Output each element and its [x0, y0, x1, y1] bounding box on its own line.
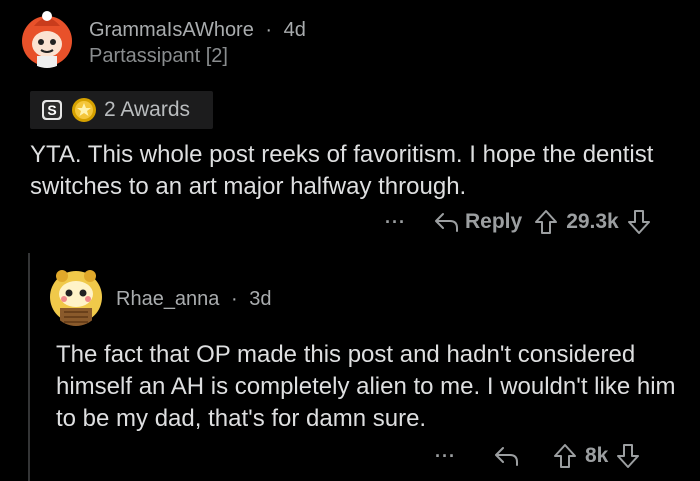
downvote-arrow-icon: [617, 444, 640, 468]
upvote-arrow-icon: [535, 210, 558, 234]
meta-separator: ·: [265, 19, 273, 41]
comment-meta: GrammaIsAWhore · 4d: [89, 19, 306, 42]
downvote-arrow-icon: [627, 210, 650, 234]
downvote-button[interactable]: [627, 209, 651, 235]
comment-actions: ··· 8k: [435, 438, 640, 474]
vote-score: 29.3k: [566, 210, 619, 233]
avatar-snoo-icon: [22, 11, 72, 68]
upvote-button[interactable]: [553, 443, 577, 469]
reply-arrow-icon: [495, 447, 518, 466]
more-options-button[interactable]: ···: [435, 446, 461, 467]
awards-count: 2 Awards: [104, 98, 190, 121]
gold-award-icon: [71, 97, 97, 123]
upvote-arrow-icon: [554, 444, 576, 468]
user-avatar[interactable]: [20, 10, 74, 68]
comment-age: 4d: [283, 19, 306, 41]
meta-separator: ·: [231, 288, 238, 310]
downvote-button[interactable]: [616, 443, 640, 469]
comment-thread: GrammaIsAWhore · 4d Partassipant [2] S 2…: [0, 0, 700, 481]
username-link[interactable]: GrammaIsAWhore: [89, 19, 254, 41]
upvote-button[interactable]: [534, 209, 558, 235]
thread-line[interactable]: [28, 253, 30, 481]
user-flair: Partassipant [2]: [89, 45, 228, 67]
reply-button[interactable]: Reply: [433, 210, 522, 234]
silver-s-award-icon: S: [41, 99, 63, 121]
comment-age: 3d: [249, 288, 272, 310]
comment-actions: ··· Reply 29.3k: [385, 204, 651, 240]
user-avatar[interactable]: [48, 264, 104, 326]
reply-button[interactable]: [493, 445, 519, 467]
reply-arrow-icon: [433, 211, 459, 233]
avatar-snoo-icon: [50, 270, 102, 326]
vote-score: 8k: [585, 444, 609, 467]
top-comment: GrammaIsAWhore · 4d Partassipant [2] S 2…: [0, 0, 700, 250]
more-options-button[interactable]: ···: [385, 212, 411, 233]
comment-body: YTA. This whole post reeks of favoritism…: [30, 141, 654, 200]
svg-text:S: S: [47, 102, 56, 118]
username-link[interactable]: Rhae_anna: [116, 288, 219, 310]
awards-bar[interactable]: S 2 Awards: [30, 91, 213, 129]
comment-meta: Rhae_anna · 3d: [116, 288, 271, 311]
reply-label: Reply: [465, 210, 523, 233]
comment-body: The fact that OP made this post and hadn…: [56, 341, 676, 432]
